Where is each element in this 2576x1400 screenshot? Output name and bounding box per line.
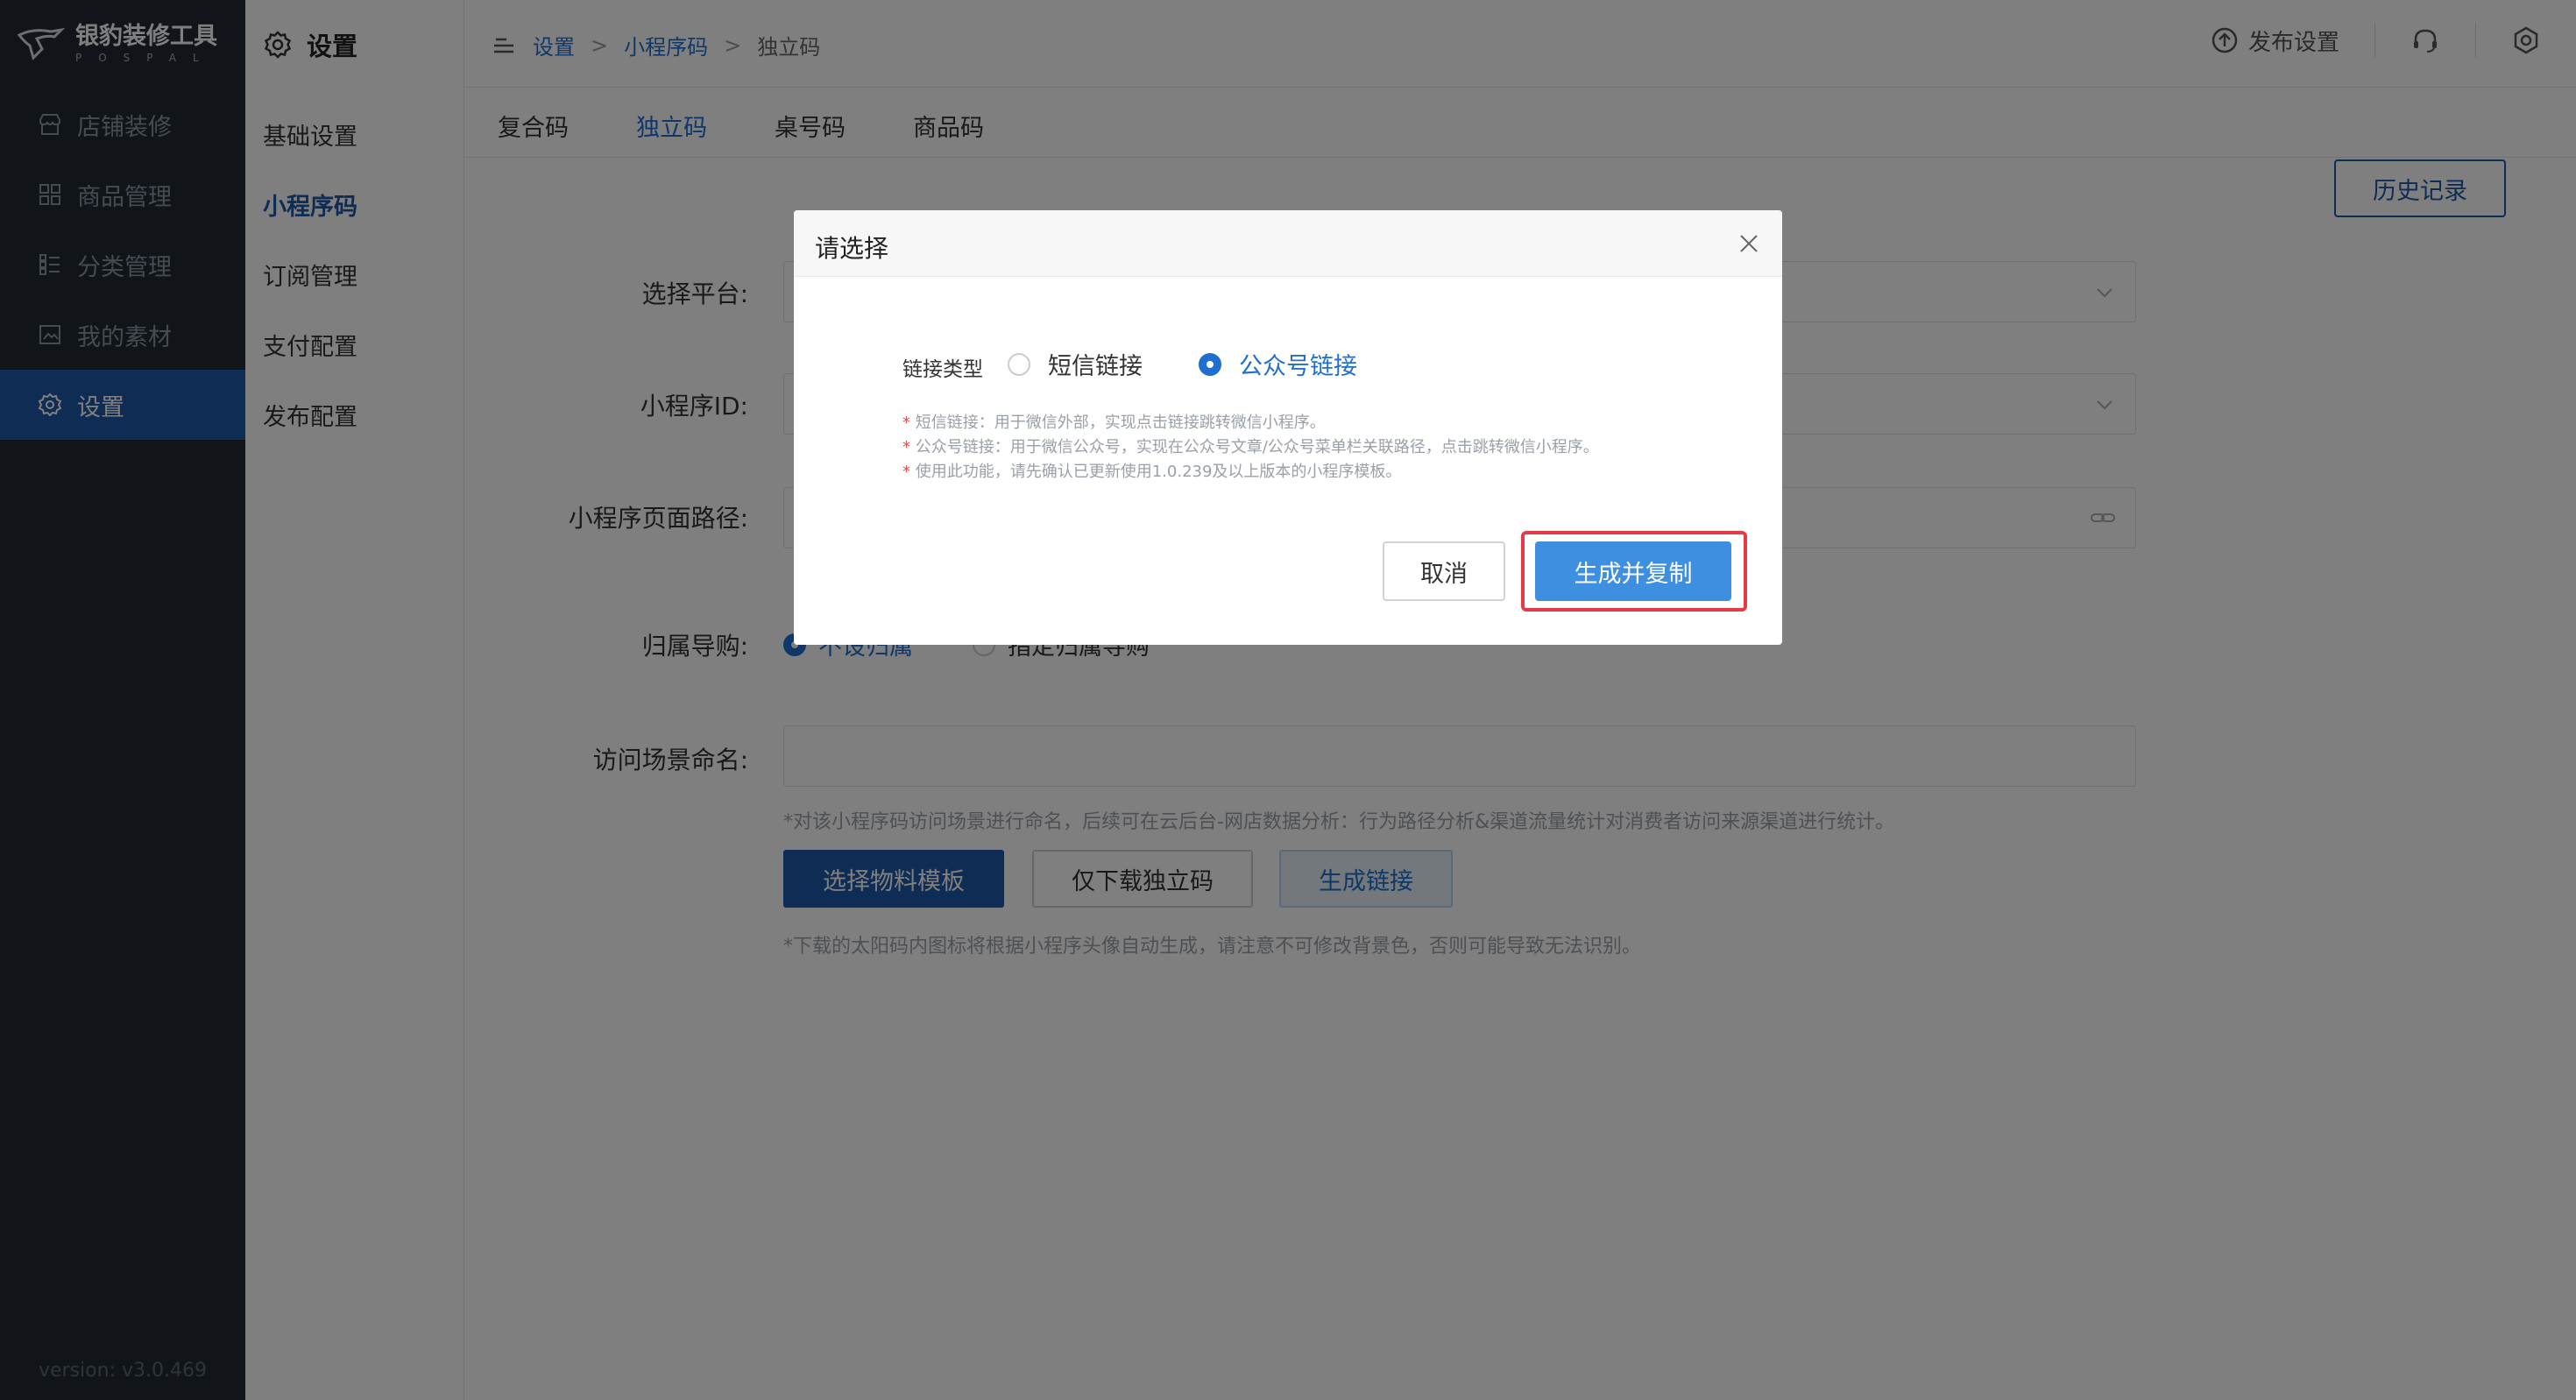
cancel-button[interactable]: 取消 — [1383, 541, 1505, 601]
note-official-account-link: * 公众号链接：用于微信公众号，实现在公众号文章/公众号菜单栏关联路径，点击跳转… — [902, 438, 1599, 456]
link-type-dialog: 请选择 链接类型 短信链接 公众号链接 * 短信链接：用于微信外部，实现点击链接… — [794, 210, 1782, 645]
radio-official-account-link[interactable] — [1199, 352, 1221, 376]
dialog-header: 请选择 — [794, 210, 1782, 277]
close-icon[interactable] — [1737, 231, 1761, 256]
radio-sms-link[interactable] — [1008, 352, 1030, 376]
option-official-account-link[interactable]: 公众号链接 — [1199, 347, 1357, 381]
note-version-requirement: * 使用此功能，请先确认已更新使用1.0.239及以上版本的小程序模板。 — [902, 463, 1402, 481]
dialog-title: 请选择 — [815, 234, 889, 263]
option-sms-link[interactable]: 短信链接 — [1008, 347, 1143, 381]
link-type-label: 链接类型 — [902, 358, 983, 381]
note-sms-link: * 短信链接：用于微信外部，实现点击链接跳转微信小程序。 — [902, 414, 1326, 432]
generate-and-copy-button[interactable]: 生成并复制 — [1535, 541, 1731, 601]
option-sms-link-label: 短信链接 — [1048, 353, 1143, 380]
option-official-account-link-label: 公众号链接 — [1239, 353, 1357, 380]
